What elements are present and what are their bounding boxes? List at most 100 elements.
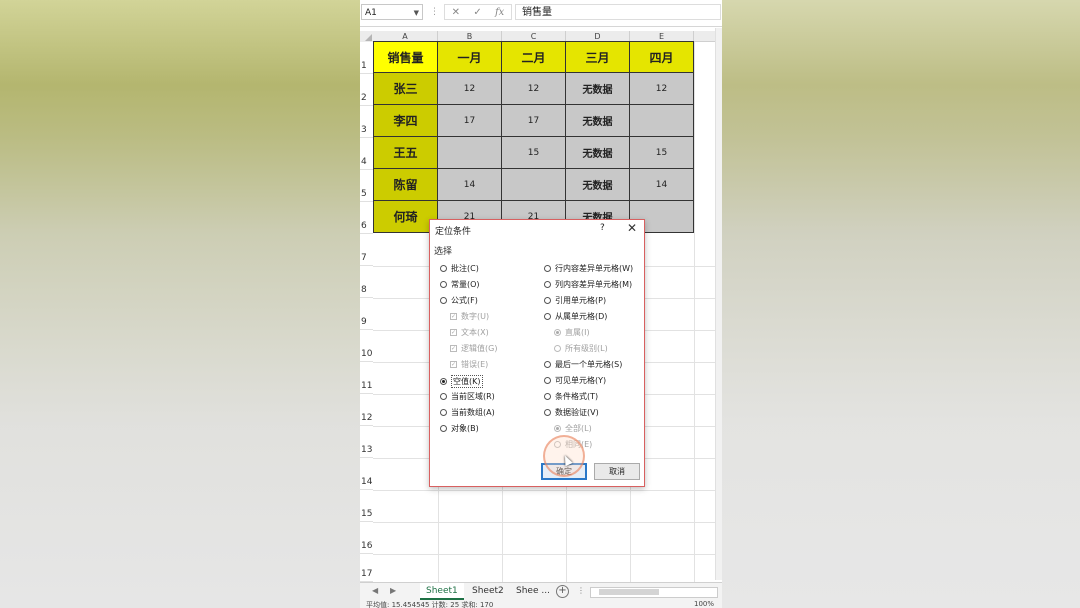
radio-icon[interactable]	[440, 281, 447, 288]
row-header[interactable]: 6	[360, 202, 373, 234]
option-current-array[interactable]: 当前数组(A)	[440, 407, 495, 418]
table-header-cell[interactable]: 一月	[438, 41, 502, 73]
option-data-validation[interactable]: 数据验证(V)	[544, 407, 599, 418]
table-cell-name[interactable]: 张三	[373, 73, 438, 105]
vertical-scrollbar[interactable]	[715, 28, 722, 580]
more-icon[interactable]: ⋮	[577, 586, 585, 595]
row-header[interactable]: 7	[360, 234, 373, 266]
column-header-extra[interactable]	[694, 31, 716, 42]
table-cell[interactable]: 15	[630, 137, 694, 169]
option-last-cell[interactable]: 最后一个单元格(S)	[544, 359, 622, 370]
radio-icon[interactable]	[440, 393, 447, 400]
table-header-cell[interactable]: 三月	[566, 41, 630, 73]
radio-selected-icon[interactable]	[554, 329, 561, 336]
option-row-differences[interactable]: 行内容差异单元格(W)	[544, 263, 633, 274]
tab-sheet3[interactable]: Shee ...	[510, 583, 556, 600]
row-header[interactable]: 4	[360, 138, 373, 170]
row-header[interactable]: 9	[360, 298, 373, 330]
fx-icon[interactable]: fx	[495, 7, 504, 18]
row-header[interactable]: 2	[360, 74, 373, 106]
tab-sheet1[interactable]: Sheet1	[420, 583, 464, 600]
radio-icon[interactable]	[440, 297, 447, 304]
row-header[interactable]: 13	[360, 426, 373, 458]
table-cell[interactable]: 12	[630, 73, 694, 105]
table-header-cell[interactable]: 销售量	[373, 41, 438, 73]
table-cell[interactable]: 15	[502, 137, 566, 169]
radio-icon[interactable]	[544, 281, 551, 288]
checkbox-icon[interactable]: ✓	[450, 345, 457, 352]
zoom-level[interactable]: 100%	[694, 600, 714, 608]
table-header-cell[interactable]: 四月	[630, 41, 694, 73]
radio-icon[interactable]	[440, 265, 447, 272]
radio-selected-icon[interactable]	[440, 378, 447, 385]
add-sheet-icon[interactable]: +	[556, 585, 569, 598]
radio-selected-icon[interactable]	[554, 425, 561, 432]
option-direct-only[interactable]: 直属(I)	[554, 327, 590, 338]
chevron-down-icon[interactable]: ▼	[414, 5, 419, 21]
option-formulas[interactable]: 公式(F)	[440, 295, 478, 306]
table-cell[interactable]: 12	[502, 73, 566, 105]
radio-icon[interactable]	[544, 313, 551, 320]
tab-next-icon[interactable]: ▶	[390, 586, 396, 595]
checkbox-text[interactable]: ✓ 文本(X)	[450, 327, 489, 338]
checkbox-numbers[interactable]: ✓ 数字(U)	[450, 311, 489, 322]
table-cell[interactable]: 14	[438, 169, 502, 201]
option-precedents[interactable]: 引用单元格(P)	[544, 295, 606, 306]
option-column-differences[interactable]: 列内容差异单元格(M)	[544, 279, 632, 290]
table-cell[interactable]	[502, 169, 566, 201]
radio-icon[interactable]	[544, 265, 551, 272]
tab-sheet2[interactable]: Sheet2	[466, 583, 510, 600]
checkbox-errors[interactable]: ✓ 错误(E)	[450, 359, 488, 370]
radio-icon[interactable]	[544, 393, 551, 400]
table-cell[interactable]: 无数据	[566, 169, 630, 201]
table-cell-name[interactable]: 陈留	[373, 169, 438, 201]
table-cell[interactable]: 无数据	[566, 105, 630, 137]
cancel-button[interactable]: 取消	[594, 463, 640, 480]
horizontal-scrollbar[interactable]	[590, 587, 718, 598]
table-cell[interactable]	[438, 137, 502, 169]
row-header[interactable]: 14	[360, 458, 373, 490]
name-box[interactable]: A1 ▼	[361, 4, 423, 20]
row-header[interactable]: 15	[360, 490, 373, 522]
option-constants[interactable]: 常量(O)	[440, 279, 480, 290]
table-cell[interactable]: 无数据	[566, 73, 630, 105]
table-cell-name[interactable]: 李四	[373, 105, 438, 137]
row-header[interactable]: 10	[360, 330, 373, 362]
scroll-thumb[interactable]	[599, 589, 659, 595]
checkbox-icon[interactable]: ✓	[450, 361, 457, 368]
table-cell-name[interactable]: 王五	[373, 137, 438, 169]
option-dependents[interactable]: 从属单元格(D)	[544, 311, 607, 322]
option-validation-all[interactable]: 全部(L)	[554, 423, 592, 434]
table-cell[interactable]: 14	[630, 169, 694, 201]
row-header[interactable]: 3	[360, 106, 373, 138]
close-icon[interactable]: ✕	[627, 221, 637, 235]
radio-icon[interactable]	[544, 361, 551, 368]
checkbox-icon[interactable]: ✓	[450, 313, 457, 320]
formula-input[interactable]: 销售量	[515, 4, 721, 20]
row-header[interactable]: 12	[360, 394, 373, 426]
option-objects[interactable]: 对象(B)	[440, 423, 479, 434]
radio-icon[interactable]	[554, 345, 561, 352]
table-cell[interactable]: 无数据	[566, 137, 630, 169]
option-comments[interactable]: 批注(C)	[440, 263, 479, 274]
table-cell[interactable]: 17	[502, 105, 566, 137]
tab-prev-icon[interactable]: ◀	[372, 586, 378, 595]
row-header[interactable]: 1	[360, 42, 373, 74]
radio-icon[interactable]	[440, 409, 447, 416]
row-header[interactable]: 8	[360, 266, 373, 298]
radio-icon[interactable]	[544, 377, 551, 384]
table-cell[interactable]: 17	[438, 105, 502, 137]
table-header-cell[interactable]: 二月	[502, 41, 566, 73]
check-icon[interactable]: ✓	[473, 7, 481, 18]
table-cell[interactable]: 12	[438, 73, 502, 105]
help-icon[interactable]: ?	[600, 223, 605, 233]
option-all-levels[interactable]: 所有级别(L)	[554, 343, 608, 354]
option-blanks[interactable]: 空值(K)	[440, 375, 483, 388]
radio-icon[interactable]	[440, 425, 447, 432]
radio-icon[interactable]	[544, 409, 551, 416]
row-header[interactable]: 17	[360, 554, 373, 582]
row-header[interactable]: 16	[360, 522, 373, 554]
table-cell[interactable]	[630, 105, 694, 137]
option-conditional-formats[interactable]: 条件格式(T)	[544, 391, 598, 402]
checkbox-logicals[interactable]: ✓ 逻辑值(G)	[450, 343, 497, 354]
